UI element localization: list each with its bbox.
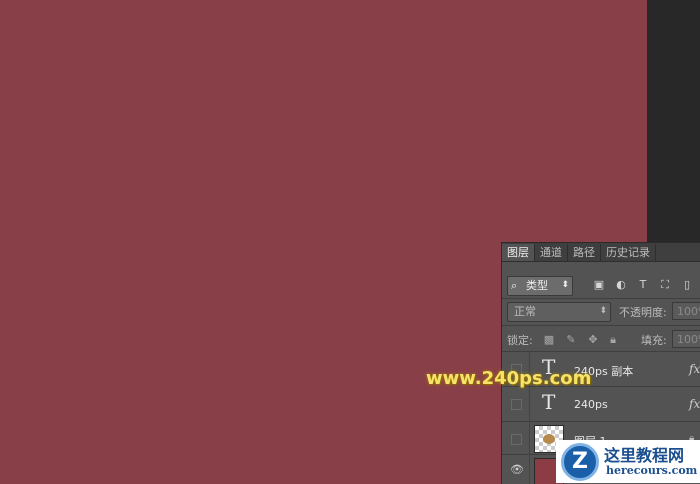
smart-object-filter-icon[interactable]: ▯: [680, 276, 694, 294]
divider: [529, 387, 530, 421]
opacity-label: 不透明度:: [619, 306, 667, 319]
tab-history[interactable]: 历史记录: [601, 244, 656, 261]
lock-row: 锁定: ▩ ✎ ✥ 🔒︎ 填充: 100%: [502, 329, 700, 351]
updown-arrow-icon: ⬍: [599, 306, 607, 316]
adjustment-filter-icon[interactable]: ◐: [614, 276, 628, 294]
lock-position-icon[interactable]: ✥: [586, 332, 600, 348]
type-filter-icon[interactable]: T: [636, 276, 650, 294]
visibility-toggle[interactable]: [511, 399, 522, 410]
logo-mark: Z: [561, 443, 599, 481]
watermark-url: www.240ps.com: [426, 368, 592, 389]
divider: [529, 455, 530, 484]
opacity-input[interactable]: 100%: [672, 302, 700, 320]
blend-mode-label: 正常: [514, 305, 536, 318]
updown-arrow-icon: ⬍: [561, 280, 569, 290]
visibility-toggle[interactable]: [511, 434, 522, 445]
tab-channels[interactable]: 通道: [535, 244, 568, 261]
filter-kind-label: 类型: [526, 279, 548, 292]
tab-paths[interactable]: 路径: [568, 244, 601, 261]
search-icon: ⌕: [511, 279, 518, 292]
filter-kind-select[interactable]: ⌕ 类型 ⬍: [507, 276, 573, 296]
type-layer-icon: T: [542, 390, 556, 414]
shape-filter-icon[interactable]: ⛶: [658, 276, 672, 294]
site-logo: Z 这里教程网 herecours.com: [556, 440, 700, 483]
thumbnail-content: [543, 434, 555, 444]
fill-input[interactable]: 100%: [672, 330, 700, 348]
eye-icon[interactable]: 👁︎: [510, 463, 524, 476]
lock-label: 锁定:: [507, 334, 533, 347]
effects-icon[interactable]: fx: [689, 362, 700, 376]
blend-mode-select[interactable]: 正常 ⬍: [507, 302, 611, 322]
tab-layers[interactable]: 图层: [502, 244, 535, 261]
divider: [529, 422, 530, 456]
layer-row[interactable]: T 240ps fx: [502, 386, 700, 421]
logo-subtitle: herecours.com: [606, 464, 698, 477]
divider: [502, 298, 700, 299]
lock-transparent-icon[interactable]: ▩: [542, 332, 556, 348]
lock-brush-icon[interactable]: ✎: [564, 332, 578, 348]
divider: [502, 325, 700, 326]
blend-row: 正常 ⬍ 不透明度: 100%: [502, 301, 700, 325]
effects-icon[interactable]: fx: [689, 397, 700, 411]
workspace-background: [647, 0, 700, 245]
image-filter-icon[interactable]: ▣: [592, 276, 606, 294]
fill-label: 填充:: [641, 334, 667, 347]
layer-name[interactable]: 240ps: [574, 398, 608, 411]
layer-filter-row: ⌕ 类型 ⬍ ▣ ◐ T ⛶ ▯: [502, 270, 700, 298]
lock-all-icon[interactable]: 🔒︎: [606, 332, 620, 348]
logo-title: 这里教程网: [604, 446, 685, 465]
panel-tabs: 图层 通道 路径 历史记录: [502, 243, 700, 262]
